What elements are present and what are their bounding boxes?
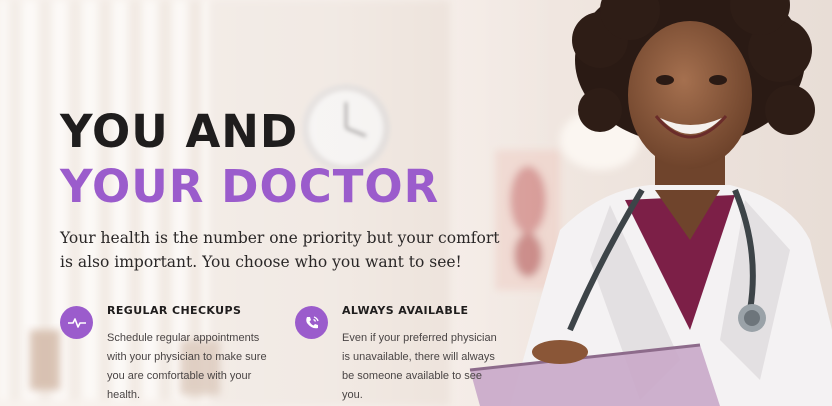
hero-title: YOU AND YOUR DOCTOR [60,104,439,214]
hero-subtitle: Your health is the number one priority b… [60,229,500,271]
heartbeat-icon [60,306,93,339]
feature-title: REGULAR CHECKUPS [107,304,242,317]
phone-icon [295,306,328,339]
hero-content: YOU AND YOUR DOCTOR Your health is the n… [0,0,832,406]
hero-title-line1: YOU AND [60,105,299,158]
feature-title: ALWAYS AVAILABLE [342,304,469,317]
hero-title-line2: YOUR DOCTOR [60,160,440,213]
feature-text: Schedule regular appointments with your … [107,332,267,401]
feature-text: Even if your preferred physician is unav… [342,332,497,401]
